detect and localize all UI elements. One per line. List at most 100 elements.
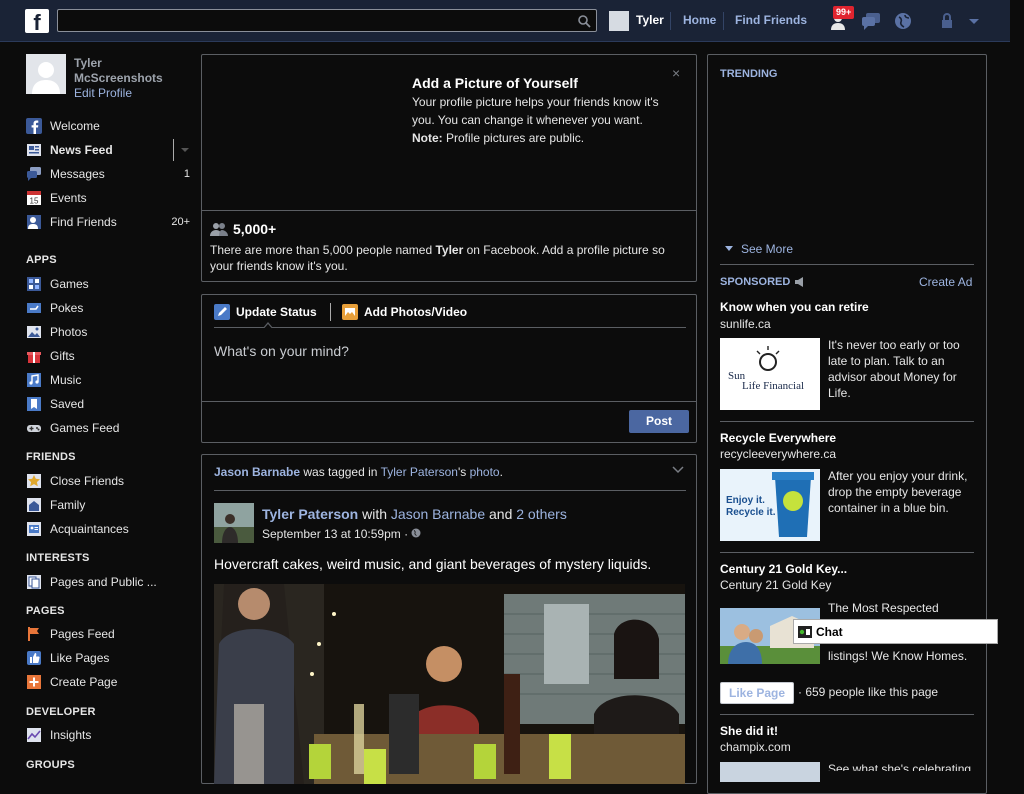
sponsored-heading: SPONSORED — [720, 276, 806, 288]
pokes-icon — [27, 303, 41, 313]
chevron-down-icon[interactable] — [672, 464, 684, 474]
story-text: and — [485, 506, 517, 522]
nav-item-create-page[interactable]: Create Page — [26, 672, 190, 692]
ad-image-recycle[interactable]: Enjoy it. Recycle it. — [720, 469, 820, 541]
tab-update-status[interactable]: Update Status — [214, 304, 317, 320]
privacy-lock-icon[interactable] — [938, 11, 960, 31]
search-input[interactable] — [58, 10, 596, 31]
ad-url[interactable]: sunlife.ca — [720, 317, 771, 331]
page-like-count: · 659 people like this page — [798, 685, 939, 699]
note-label: Note: — [412, 131, 443, 145]
nav-item-close-friends[interactable]: Close Friends — [26, 471, 190, 491]
find-friends-link[interactable]: Find Friends — [735, 13, 807, 27]
nav-item-games[interactable]: Games — [26, 274, 190, 294]
nav-item-insights[interactable]: Insights — [26, 725, 190, 745]
nav-count: 20+ — [171, 216, 190, 228]
status-input[interactable]: What's on your mind? — [214, 343, 349, 359]
nav-label: Photos — [50, 325, 88, 339]
right-column: TRENDING See More SPONSORED Create Ad Kn… — [707, 54, 987, 794]
author-link[interactable]: Tyler Paterson — [262, 506, 358, 522]
search-box[interactable] — [57, 9, 597, 32]
nav-item-family[interactable]: Family — [26, 495, 190, 515]
photos-icon — [27, 326, 41, 338]
facebook-logo-icon[interactable]: f — [25, 9, 49, 33]
nav-item-music[interactable]: Music — [26, 370, 190, 390]
user-name-link[interactable]: Tyler — [636, 13, 664, 27]
nav-item-events[interactable]: 15 Events — [26, 188, 190, 208]
globe-icon — [411, 528, 421, 538]
nav-label: Family — [50, 498, 86, 512]
chat-bar[interactable]: Chat — [793, 619, 998, 644]
owner-link[interactable]: Tyler Paterson — [381, 465, 458, 479]
messages-icon[interactable] — [860, 11, 882, 31]
like-page-button[interactable]: Like Page — [720, 682, 795, 704]
nav-item-photos[interactable]: Photos — [26, 322, 190, 342]
nav-item-find-friends[interactable]: Find Friends 20+ — [26, 212, 190, 232]
globe-icon[interactable] — [892, 11, 914, 31]
nav-item-pages-and-public[interactable]: Pages and Public ... — [26, 572, 190, 592]
games-icon — [27, 277, 41, 291]
card-body-text: Your profile picture helps your friends … — [412, 95, 659, 127]
close-icon[interactable]: × — [672, 65, 680, 81]
chevron-down-icon[interactable] — [963, 11, 985, 31]
nav-item-games-feed[interactable]: Games Feed — [26, 418, 190, 438]
nav-label: Welcome — [50, 119, 100, 133]
tab-add-photos[interactable]: Add Photos/Video — [342, 304, 467, 320]
divider — [670, 12, 671, 30]
nav-item-pokes[interactable]: Pokes — [26, 298, 190, 318]
nav-label: Close Friends — [50, 474, 125, 488]
chevron-down-icon[interactable] — [180, 145, 190, 155]
create-ad-link[interactable]: Create Ad — [919, 275, 972, 289]
nav-item-like-pages[interactable]: Like Pages — [26, 648, 190, 668]
nav-item-acquaintances[interactable]: Acquaintances — [26, 519, 190, 539]
home-link[interactable]: Home — [683, 13, 716, 27]
profile-name[interactable]: Tyler McScreenshots — [74, 56, 184, 86]
section-heading-developer: DEVELOPER — [26, 706, 96, 718]
ad-image-champix[interactable] — [720, 762, 820, 782]
ad-url[interactable]: champix.com — [720, 740, 791, 754]
timestamp-link[interactable]: September 13 at 10:59pm · — [262, 527, 411, 541]
note-text: Profile pictures are public. — [442, 131, 585, 145]
nav-item-pages-feed[interactable]: Pages Feed — [26, 624, 190, 644]
profile-avatar[interactable] — [26, 54, 66, 94]
search-icon[interactable] — [577, 14, 591, 28]
ad-url[interactable]: Century 21 Gold Key — [720, 578, 831, 592]
ad-title[interactable]: Recycle Everywhere — [720, 431, 836, 445]
pencil-icon — [214, 304, 230, 320]
tagged-link[interactable]: Jason Barnabe — [391, 506, 485, 522]
ad-url[interactable]: recycleeverywhere.ca — [720, 447, 836, 461]
photo-icon — [342, 304, 358, 320]
story-text: was tagged in — [300, 465, 381, 479]
nav-item-saved[interactable]: Saved — [26, 394, 190, 414]
card-title: Add a Picture of Yourself — [412, 75, 578, 91]
story-context: Jason Barnabe was tagged in Tyler Paters… — [214, 465, 503, 479]
ad-title[interactable]: Know when you can retire — [720, 300, 869, 314]
see-more-link[interactable]: See More — [724, 242, 793, 256]
ad-image-sunlife[interactable]: Sun Life Financial — [720, 338, 820, 410]
svg-text:Life Financial: Life Financial — [742, 380, 804, 392]
photo-link[interactable]: photo — [470, 465, 500, 479]
nav-item-gifts[interactable]: Gifts — [26, 346, 190, 366]
nav-label: Pages and Public ... — [50, 575, 157, 589]
party-photo — [214, 584, 685, 784]
nav-item-news-feed[interactable]: News Feed — [26, 139, 190, 161]
section-heading-pages: PAGES — [26, 605, 65, 617]
user-avatar[interactable] — [609, 11, 629, 31]
flag-icon — [28, 627, 39, 641]
post-button[interactable]: Post — [629, 410, 689, 433]
gamepad-icon — [27, 425, 41, 432]
story-text: . — [499, 465, 503, 479]
story-photo[interactable] — [214, 584, 685, 784]
tab-label: Add Photos/Video — [364, 305, 468, 319]
tab-label: Update Status — [236, 305, 317, 319]
ad-title[interactable]: Century 21 Gold Key... — [720, 562, 847, 576]
ad-title[interactable]: She did it! — [720, 724, 778, 738]
nav-item-messages[interactable]: Messages 1 — [26, 164, 190, 184]
nav-item-welcome[interactable]: Welcome — [26, 116, 190, 136]
nav-label: Insights — [50, 728, 92, 742]
author-avatar[interactable] — [214, 503, 254, 543]
actor-link[interactable]: Jason Barnabe — [214, 465, 300, 479]
nav-label: Messages — [50, 167, 105, 181]
edit-profile-link[interactable]: Edit Profile — [74, 86, 132, 100]
others-link[interactable]: 2 others — [516, 506, 567, 522]
